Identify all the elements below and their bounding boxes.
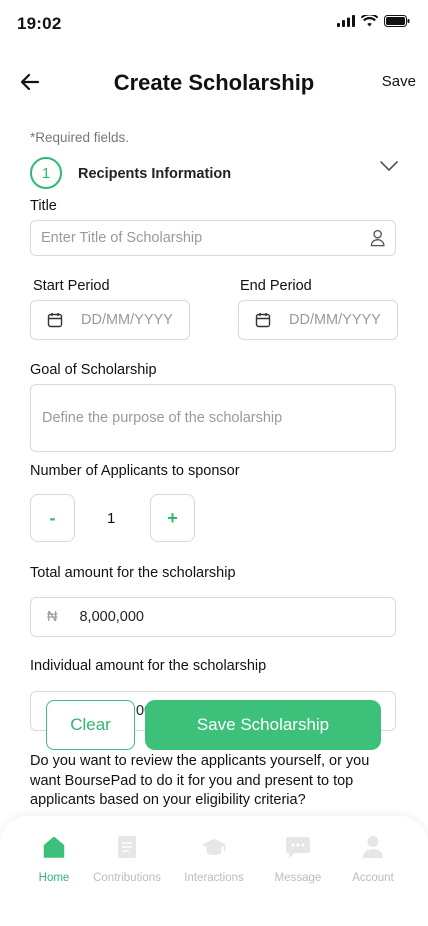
naira-currency-icon: ₦ [47,609,58,625]
nav-item-account[interactable]: Account [330,834,416,884]
start-period-label: Start Period [33,278,110,294]
increment-button[interactable]: + [150,494,195,542]
document-icon [118,836,136,858]
goal-field[interactable] [30,384,396,452]
end-period-label: End Period [240,278,312,294]
home-icon [43,836,65,858]
title-label: Title [30,198,57,214]
calendar-icon [255,313,271,328]
title-input[interactable] [41,230,370,246]
total-amount-value: 8,000,000 [79,609,144,625]
save-scholarship-button[interactable]: Save Scholarship [145,700,381,750]
review-question: Do you want to review the applicants you… [30,753,370,808]
status-icons [337,15,410,27]
calendar-icon [47,313,63,328]
page-title: Create Scholarship [113,70,315,95]
nav-label: Contributions [93,872,161,884]
nav-item-contributions[interactable]: Contributions [84,834,170,884]
battery-icon [384,15,410,27]
user-icon [363,836,383,858]
total-amount-field[interactable]: ₦ 8,000,000 [30,597,396,637]
step-number-badge: 1 [30,157,62,189]
person-icon [370,229,385,247]
goal-input[interactable] [42,410,384,426]
applicants-label: Number of Applicants to sponsor [30,463,240,479]
clear-button[interactable]: Clear [46,700,135,750]
nav-item-interactions[interactable]: Interactions [171,834,257,884]
nav-label: Account [352,872,394,884]
total-amount-label: Total amount for the scholarship [30,565,236,581]
title-field[interactable] [30,220,396,256]
nav-label: Message [274,872,322,884]
message-icon [286,837,310,858]
decrement-button[interactable]: - [30,494,75,542]
bottom-navigation: Home Contributions Interactions Message … [0,816,428,926]
signal-icon [337,15,355,27]
applicants-count: 1 [107,510,116,527]
wifi-icon [361,15,378,27]
goal-label: Goal of Scholarship [30,362,157,378]
step-label: Recipents Information [78,166,232,182]
status-time: 19:02 [17,14,62,33]
save-button[interactable]: Save [382,73,416,90]
start-period-input[interactable] [81,312,179,328]
individual-amount-label: Individual amount for the scholarship [30,658,267,674]
nav-label: Home [38,872,70,884]
nav-item-message[interactable]: Message [255,834,341,884]
nav-label: Interactions [184,872,244,884]
end-period-input[interactable] [289,312,387,328]
start-period-field[interactable] [30,300,190,340]
graduation-cap-icon [201,838,227,856]
required-note: *Required fields. [30,130,130,145]
end-period-field[interactable] [238,300,398,340]
chevron-down-icon[interactable] [380,160,398,172]
